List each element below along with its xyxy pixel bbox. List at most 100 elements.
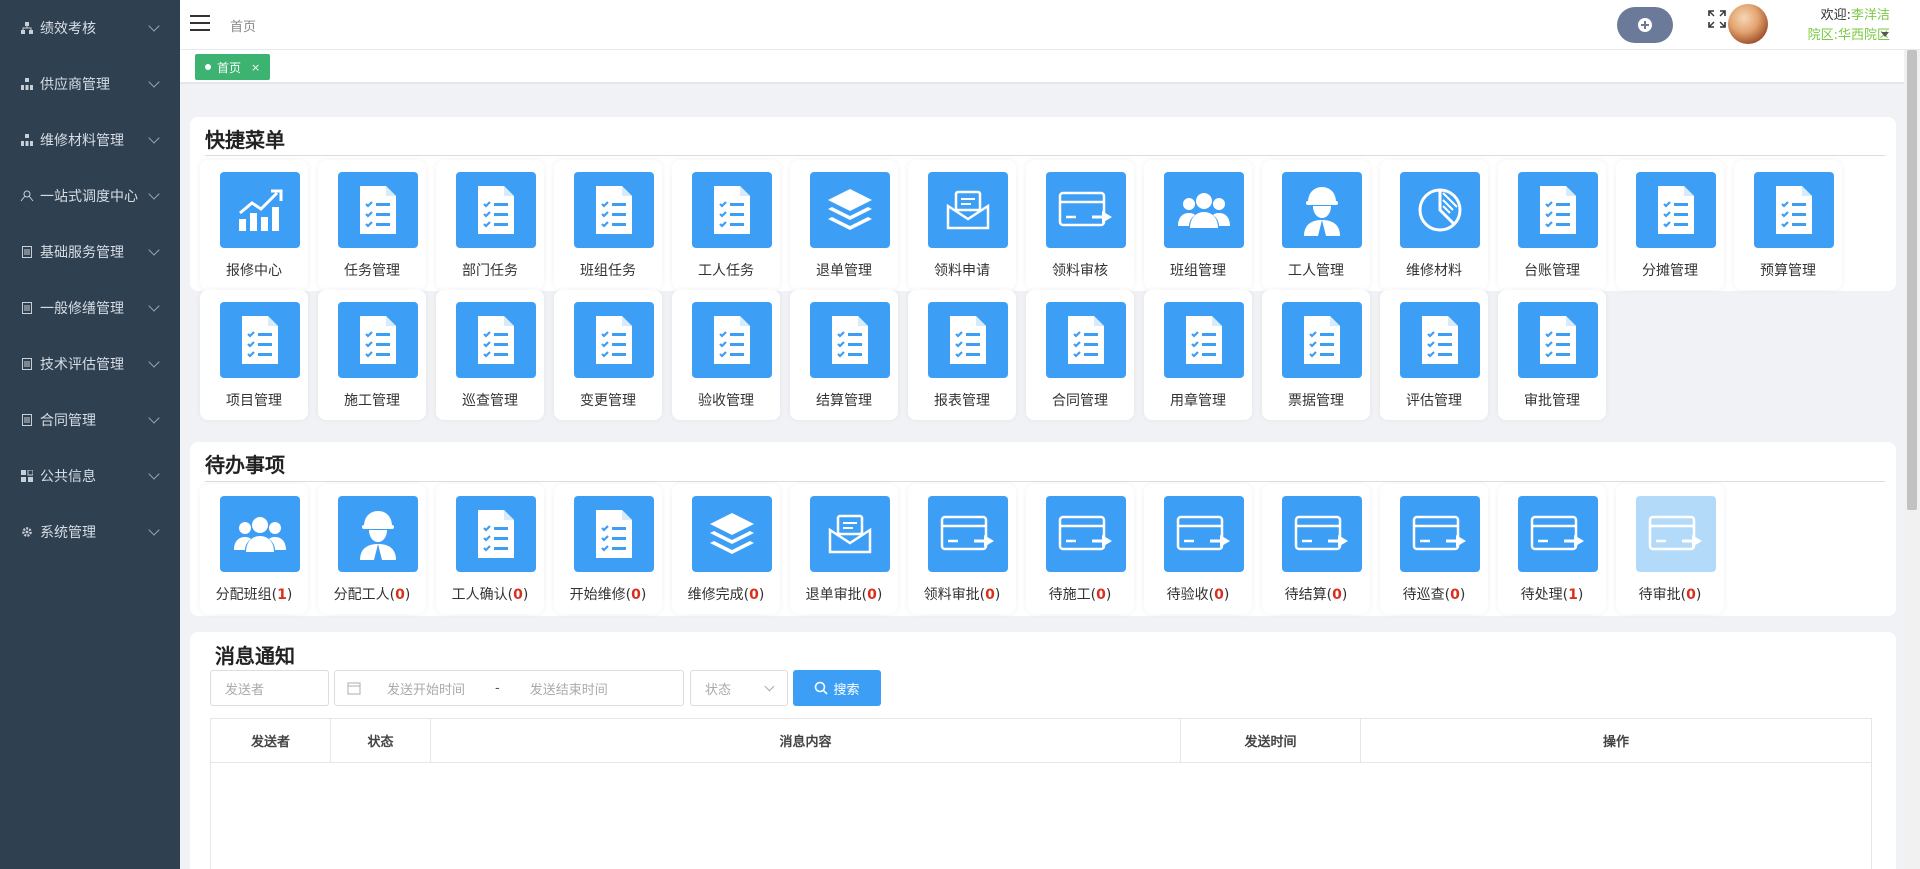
shortcut-tile[interactable]: 任务管理 [318,160,426,290]
shortcut-tile[interactable]: 合同管理 [1026,290,1134,420]
sidebar-item-label: 合同管理 [40,413,96,429]
todo-title: 待办事项 [205,453,285,477]
column-header[interactable]: 发送者 [210,718,331,763]
column-header[interactable]: 状态 [330,718,431,763]
scrollbar[interactable] [1904,50,1920,869]
tile-count: 0 [1450,587,1460,603]
tab-home[interactable]: 首页 × [195,54,271,80]
status-select[interactable]: 状态 [690,670,788,706]
caret-down-icon[interactable] [1881,32,1889,37]
shortcut-tile[interactable]: 用章管理 [1144,290,1252,420]
shortcut-tile[interactable]: 工人管理 [1262,160,1370,290]
tile-caption: 报表管理 [908,390,1016,410]
sidebar-item[interactable]: 维修材料管理 [0,112,180,168]
shortcut-tile[interactable]: 领料审核 [1026,160,1134,290]
checklist-doc-icon [456,302,536,378]
shortcut-tile[interactable]: 待巡查(0) [1380,484,1488,614]
shortcut-tile[interactable]: 待结算(0) [1262,484,1370,614]
checklist-doc-icon [1636,172,1716,248]
breadcrumb[interactable]: 首页 [230,16,256,35]
close-icon[interactable]: × [251,61,260,74]
shortcut-tile[interactable]: 开始维修(0) [554,484,662,614]
column-header[interactable]: 发送时间 [1180,718,1361,763]
shortcut-tile[interactable]: 待审批(0) [1616,484,1724,614]
sidebar-item[interactable]: 基础服务管理 [0,224,180,280]
shortcut-tile[interactable]: 验收管理 [672,290,780,420]
tile-caption: 待审批(0) [1616,584,1724,604]
shortcut-tile[interactable]: 部门任务 [436,160,544,290]
shortcut-tile[interactable]: 领料审批(0) [908,484,1016,614]
checklist-doc-icon [928,302,1008,378]
shortcut-tile[interactable]: 分配班组(1) [200,484,308,614]
sidebar-item[interactable]: 供应商管理 [0,56,180,112]
search-button[interactable]: 搜索 [793,670,881,706]
sidebar-item[interactable]: 技术评估管理 [0,336,180,392]
quick-menu-title: 快捷菜单 [205,128,285,152]
tile-label: 票据管理 [1288,393,1344,409]
shortcut-tile[interactable]: 工人确认(0) [436,484,544,614]
sidebar-item[interactable]: 绩效考核 [0,0,180,56]
sidebar-item-label: 维修材料管理 [40,133,124,149]
shortcut-tile[interactable]: 维修材料 [1380,160,1488,290]
sidebar-item[interactable]: 一站式调度中心 [0,168,180,224]
shortcut-tile[interactable]: 领料申请 [908,160,1016,290]
shortcut-tile[interactable]: 变更管理 [554,290,662,420]
shortcut-tile[interactable]: 班组管理 [1144,160,1252,290]
tile-label: 报表管理 [934,393,990,409]
shortcut-tile[interactable]: 报修中心 [200,160,308,290]
shortcut-tile[interactable]: 台账管理 [1498,160,1606,290]
column-header[interactable]: 操作 [1360,718,1872,763]
shortcut-tile[interactable]: 退单审批(0) [790,484,898,614]
shortcut-tile[interactable]: 结算管理 [790,290,898,420]
shortcut-tile[interactable]: 项目管理 [200,290,308,420]
shortcut-tile[interactable]: 票据管理 [1262,290,1370,420]
shortcut-tile[interactable]: 审批管理 [1498,290,1606,420]
chevron-down-icon [148,524,160,536]
date-range-input[interactable]: 发送开始时间 - 发送结束时间 [334,670,684,706]
shortcut-tile[interactable]: 待施工(0) [1026,484,1134,614]
tile-caption: 任务管理 [318,260,426,280]
tile-caption: 用章管理 [1144,390,1252,410]
shortcut-tile[interactable]: 退单管理 [790,160,898,290]
fullscreen-icon[interactable] [1708,10,1726,28]
sidebar-item[interactable]: 合同管理 [0,392,180,448]
sidebar-item[interactable]: 公共信息 [0,448,180,504]
shortcut-tile[interactable]: 工人任务 [672,160,780,290]
column-header[interactable]: 消息内容 [430,718,1181,763]
sidebar-item[interactable]: 系统管理 [0,504,180,560]
sidebar-item[interactable]: 一般修缮管理 [0,280,180,336]
tile-label: 工人管理 [1288,263,1344,279]
shortcut-tile[interactable]: 报表管理 [908,290,1016,420]
shortcut-tile[interactable]: 预算管理 [1734,160,1842,290]
scrollbar-thumb[interactable] [1907,50,1917,510]
sender-input[interactable]: 发送者 [210,670,329,706]
grid-icon [20,469,34,483]
count-paren: ) [286,587,293,603]
hamburger-menu-icon[interactable] [190,15,210,31]
checklist-doc-icon [338,302,418,378]
tile-caption: 分配工人(0) [318,584,426,604]
shortcut-tile[interactable]: 待处理(1) [1498,484,1606,614]
shortcut-tile[interactable]: 维修完成(0) [672,484,780,614]
tile-label: 领料审核 [1052,263,1108,279]
checklist-doc-icon [1164,302,1244,378]
shortcut-tile[interactable]: 评估管理 [1380,290,1488,420]
tile-caption: 评估管理 [1380,390,1488,410]
tile-label: 验收管理 [698,393,754,409]
shortcut-tile[interactable]: 分配工人(0) [318,484,426,614]
shortcut-tile[interactable]: 巡查管理 [436,290,544,420]
add-button[interactable] [1617,7,1673,43]
shortcut-tile[interactable]: 施工管理 [318,290,426,420]
tile-caption: 验收管理 [672,390,780,410]
document-icon [20,357,34,371]
tile-caption: 班组管理 [1144,260,1252,280]
avatar[interactable] [1728,4,1768,44]
shortcut-tile[interactable]: 待验收(0) [1144,484,1252,614]
range-separator: - [495,680,500,696]
shortcut-tile[interactable]: 班组任务 [554,160,662,290]
tile-caption: 合同管理 [1026,390,1134,410]
shortcut-tile[interactable]: 分摊管理 [1616,160,1724,290]
welcome-prefix: 欢迎: [1820,8,1851,23]
sidebar-item-label: 系统管理 [40,525,96,541]
user-info[interactable]: 欢迎:李洋洁 院区:华西院区 [1770,6,1890,46]
